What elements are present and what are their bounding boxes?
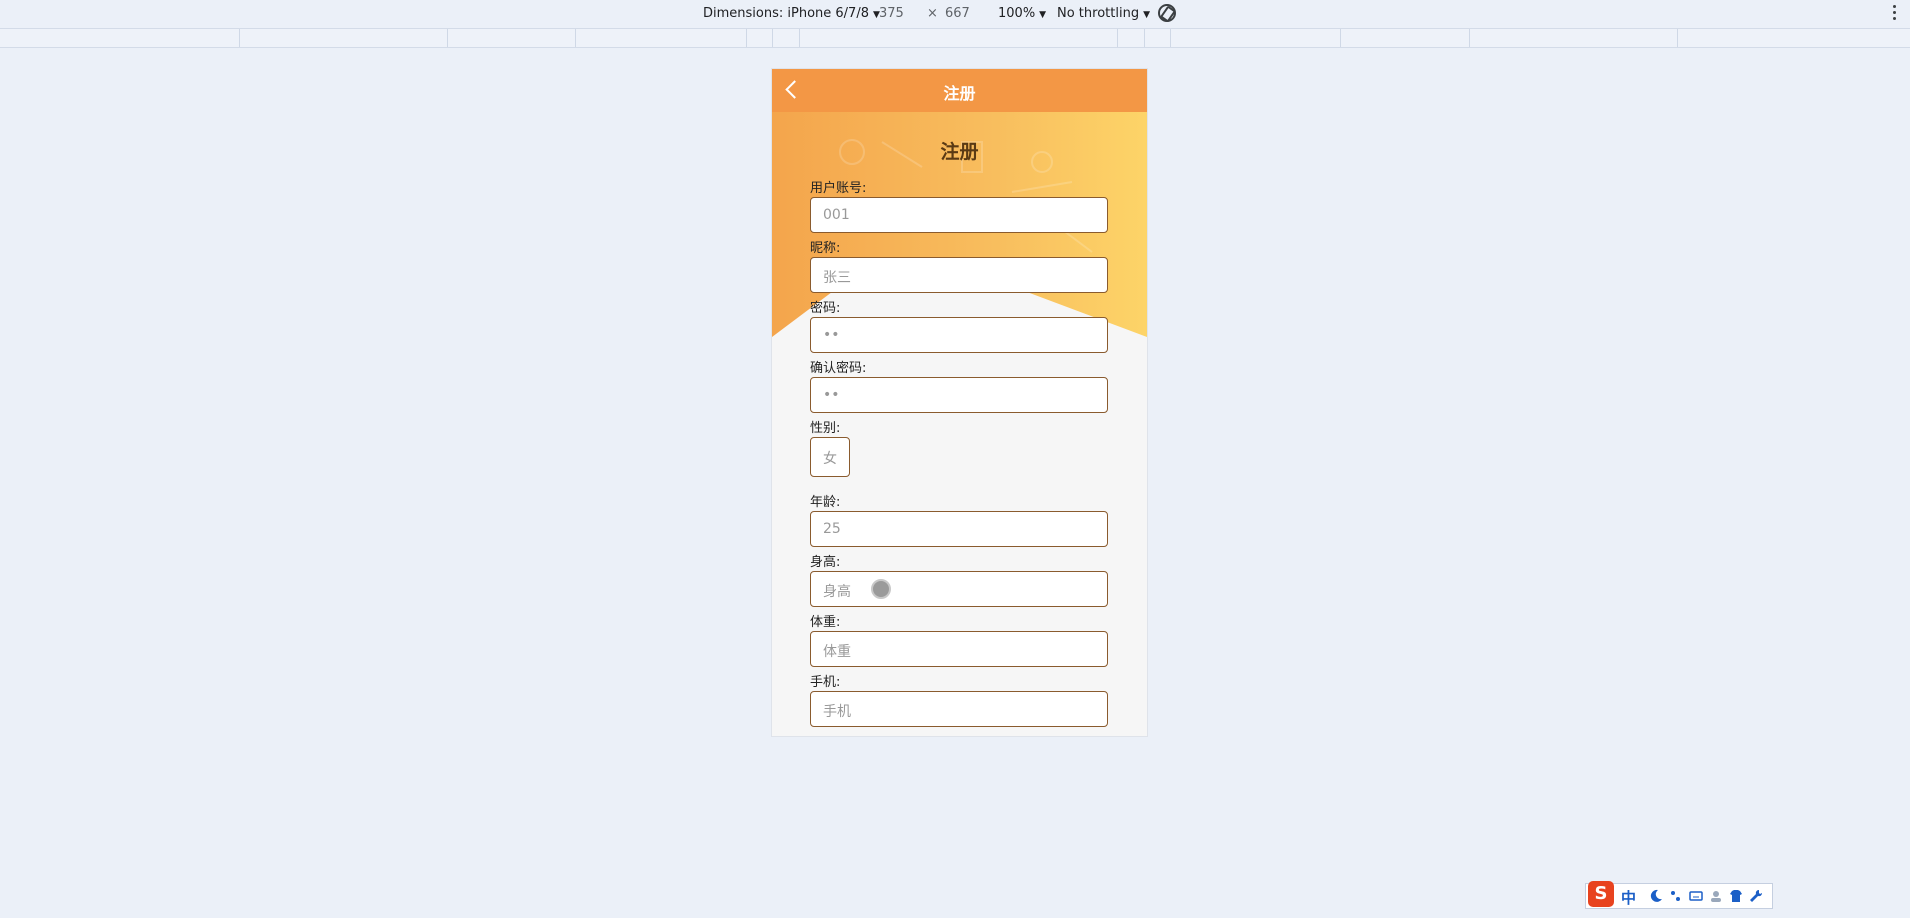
avatar-label: 头像 <box>810 732 836 736</box>
form-title: 注册 <box>940 141 979 163</box>
app-header: 注册 <box>772 69 1147 112</box>
age-value: 25 <box>823 521 841 537</box>
device-selector[interactable]: Dimensions: iPhone 6/7/8 ▼ <box>703 6 880 21</box>
devtools-device-toolbar: Dimensions: iPhone 6/7/8 ▼ 375 × 667 100%… <box>0 0 1910 29</box>
nickname-input[interactable]: 张三 <box>810 257 1108 293</box>
phone-label: 手机: <box>810 675 841 690</box>
ime-toolbar: S 中 <box>1585 881 1773 909</box>
media-query-ruler <box>0 29 1910 48</box>
rotate-icon[interactable] <box>1158 4 1176 22</box>
dimension-separator: × <box>927 6 938 21</box>
ime-mode-toggle[interactable]: 中 <box>1621 887 1636 908</box>
width-input[interactable]: 375 <box>879 6 904 21</box>
weight-label: 体重: <box>810 615 841 630</box>
age-input[interactable]: 25 <box>810 511 1108 547</box>
header-title: 注册 <box>943 84 976 103</box>
account-input[interactable]: 001 <box>810 197 1108 233</box>
punctuation-icon[interactable] <box>1669 889 1683 903</box>
phone-placeholder: 手机 <box>823 704 851 720</box>
password-label: 密码: <box>810 301 841 316</box>
weight-placeholder: 体重 <box>823 644 851 660</box>
sogou-logo-icon[interactable]: S <box>1588 881 1614 907</box>
confirm-password-label: 确认密码: <box>810 361 867 376</box>
more-options-icon[interactable] <box>1893 5 1897 23</box>
height-label: 身高: <box>810 555 841 570</box>
zoom-selector[interactable]: 100% ▼ <box>998 6 1046 21</box>
scroll-indicator-icon <box>871 579 891 599</box>
chevron-down-icon: ▼ <box>1143 10 1150 20</box>
device-viewport: 注册 注册 用户账号: 001 昵称: 张三 密码: •• 确认密码: •• 性… <box>771 68 1148 737</box>
account-value: 001 <box>823 207 850 223</box>
age-label: 年龄: <box>810 495 841 510</box>
password-input[interactable]: •• <box>810 317 1108 353</box>
keyboard-icon[interactable] <box>1689 889 1703 903</box>
confirm-password-input[interactable]: •• <box>810 377 1108 413</box>
user-icon[interactable] <box>1709 889 1723 903</box>
height-input[interactable]: 667 <box>945 6 970 21</box>
zoom-label: 100% <box>998 6 1036 21</box>
chevron-down-icon: ▼ <box>1039 10 1047 20</box>
throttling-selector[interactable]: No throttling ▼ <box>1057 6 1150 21</box>
nickname-value: 张三 <box>823 270 851 286</box>
height-placeholder: 身高 <box>823 584 851 600</box>
nickname-label: 昵称: <box>810 241 841 256</box>
gender-select[interactable]: 女 <box>810 437 850 477</box>
throttling-label: No throttling <box>1057 6 1140 21</box>
moon-icon[interactable] <box>1649 889 1663 903</box>
phone-input[interactable]: 手机 <box>810 691 1108 727</box>
gender-label: 性别: <box>810 421 841 436</box>
account-label: 用户账号: <box>810 181 867 196</box>
weight-input[interactable]: 体重 <box>810 631 1108 667</box>
device-label: Dimensions: iPhone 6/7/8 <box>703 6 869 21</box>
password-value: •• <box>823 327 840 343</box>
confirm-password-value: •• <box>823 387 840 403</box>
height-input[interactable]: 身高 <box>810 571 1108 607</box>
wrench-icon[interactable] <box>1749 889 1763 903</box>
gender-value: 女 <box>823 451 837 467</box>
skin-shirt-icon[interactable] <box>1729 889 1743 903</box>
